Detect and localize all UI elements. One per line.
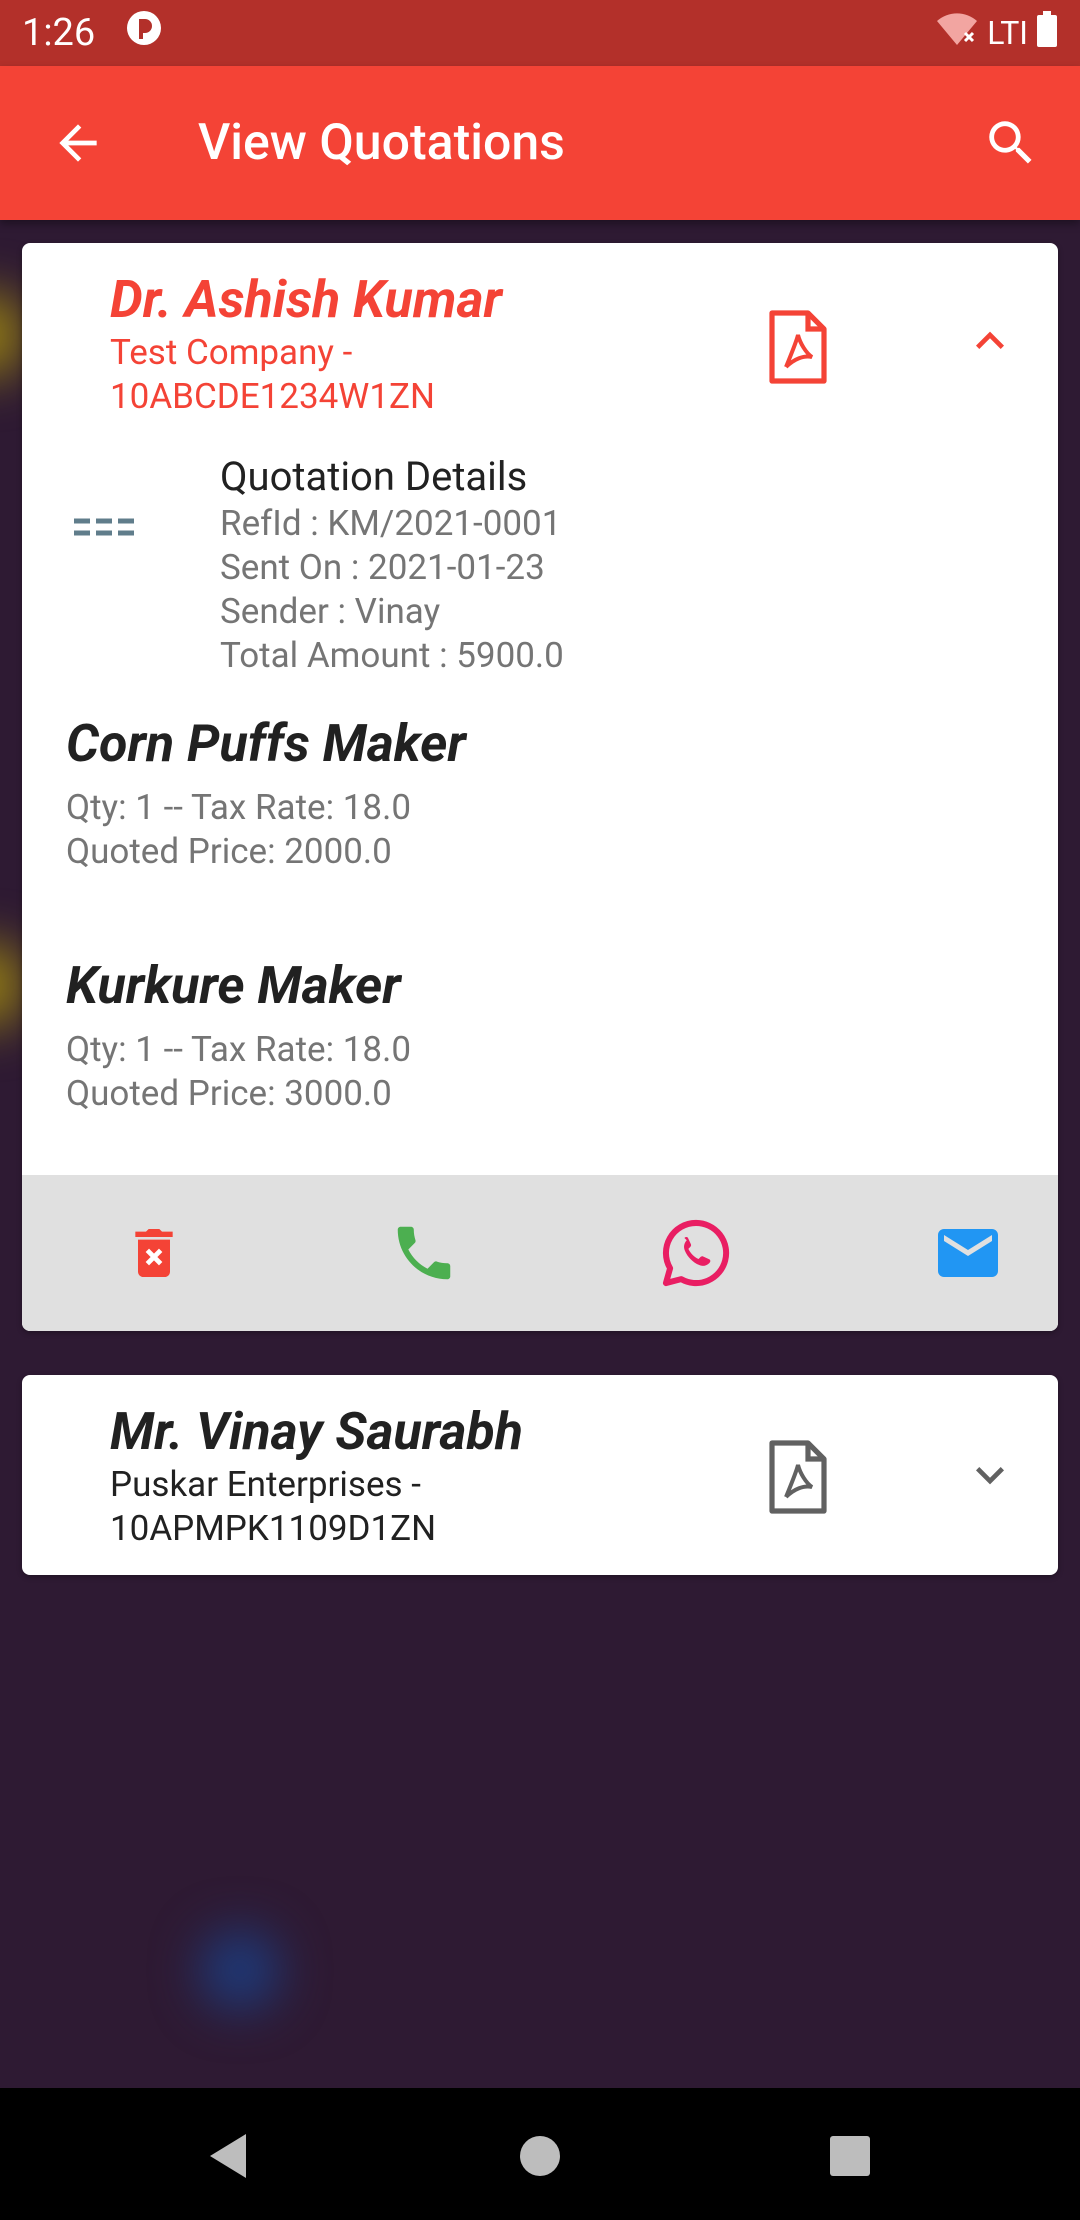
background-glow [200, 1930, 280, 2010]
network-label: LTI [987, 14, 1028, 52]
wifi-off-icon [935, 11, 979, 55]
item-price: Quoted Price: 2000.0 [66, 831, 392, 872]
whatsapp-icon[interactable] [656, 1213, 736, 1293]
quotation-sender: Sender : Vinay [220, 591, 441, 632]
item-price: Quoted Price: 3000.0 [66, 1073, 392, 1114]
quotation-total: Total Amount : 5900.0 [220, 635, 564, 676]
pdf-file-icon[interactable] [766, 1439, 830, 1515]
status-time: 1:26 [22, 11, 96, 55]
quotation-card[interactable]: Dr. Ashish Kumar Test Company - 10ABCDE1… [22, 243, 1058, 1331]
quotation-ref: RefId : KM/2021-0001 [220, 503, 562, 544]
customer-name: Dr. Ashish Kumar [110, 269, 502, 330]
status-bar: 1:26 LTI [0, 0, 1080, 66]
item-qty-tax: Qty: 1 -- Tax Rate: 18.0 [66, 1029, 411, 1070]
nav-home-icon[interactable] [512, 2128, 568, 2184]
quotation-sent-on: Sent On : 2021-01-23 [220, 547, 545, 588]
mail-icon[interactable] [928, 1213, 1008, 1293]
item-name: Corn Puffs Maker [66, 713, 466, 774]
search-icon[interactable] [982, 114, 1040, 172]
customer-name: Mr. Vinay Saurabh [110, 1401, 523, 1462]
delete-icon[interactable] [114, 1213, 194, 1293]
customer-company: Test Company - 10ABCDE1234W1ZN [110, 332, 435, 417]
customer-company: Puskar Enterprises - 10APMPK1109D1ZN [110, 1464, 437, 1549]
pdf-file-icon[interactable] [766, 309, 830, 385]
background-glow [0, 940, 20, 1030]
quotation-details-title: Quotation Details [220, 453, 528, 500]
chevron-down-icon[interactable] [962, 1447, 1018, 1503]
card-action-bar [22, 1175, 1058, 1331]
app-bar: View Quotations [0, 66, 1080, 220]
nav-back-icon[interactable] [202, 2128, 258, 2184]
phone-icon[interactable] [384, 1213, 464, 1293]
system-nav-bar [0, 2088, 1080, 2220]
page-title: View Quotations [198, 114, 565, 172]
back-arrow-icon[interactable] [50, 115, 106, 171]
nav-recents-icon[interactable] [822, 2128, 878, 2184]
battery-icon [1036, 11, 1058, 55]
status-right: LTI [935, 11, 1058, 55]
app-notification-icon [125, 9, 163, 57]
background-glow [0, 290, 20, 380]
item-qty-tax: Qty: 1 -- Tax Rate: 18.0 [66, 787, 411, 828]
item-name: Kurkure Maker [66, 955, 401, 1016]
quotation-card[interactable]: Mr. Vinay Saurabh Puskar Enterprises - 1… [22, 1375, 1058, 1575]
chevron-up-icon[interactable] [962, 313, 1018, 369]
dashed-lines-icon [72, 509, 142, 549]
